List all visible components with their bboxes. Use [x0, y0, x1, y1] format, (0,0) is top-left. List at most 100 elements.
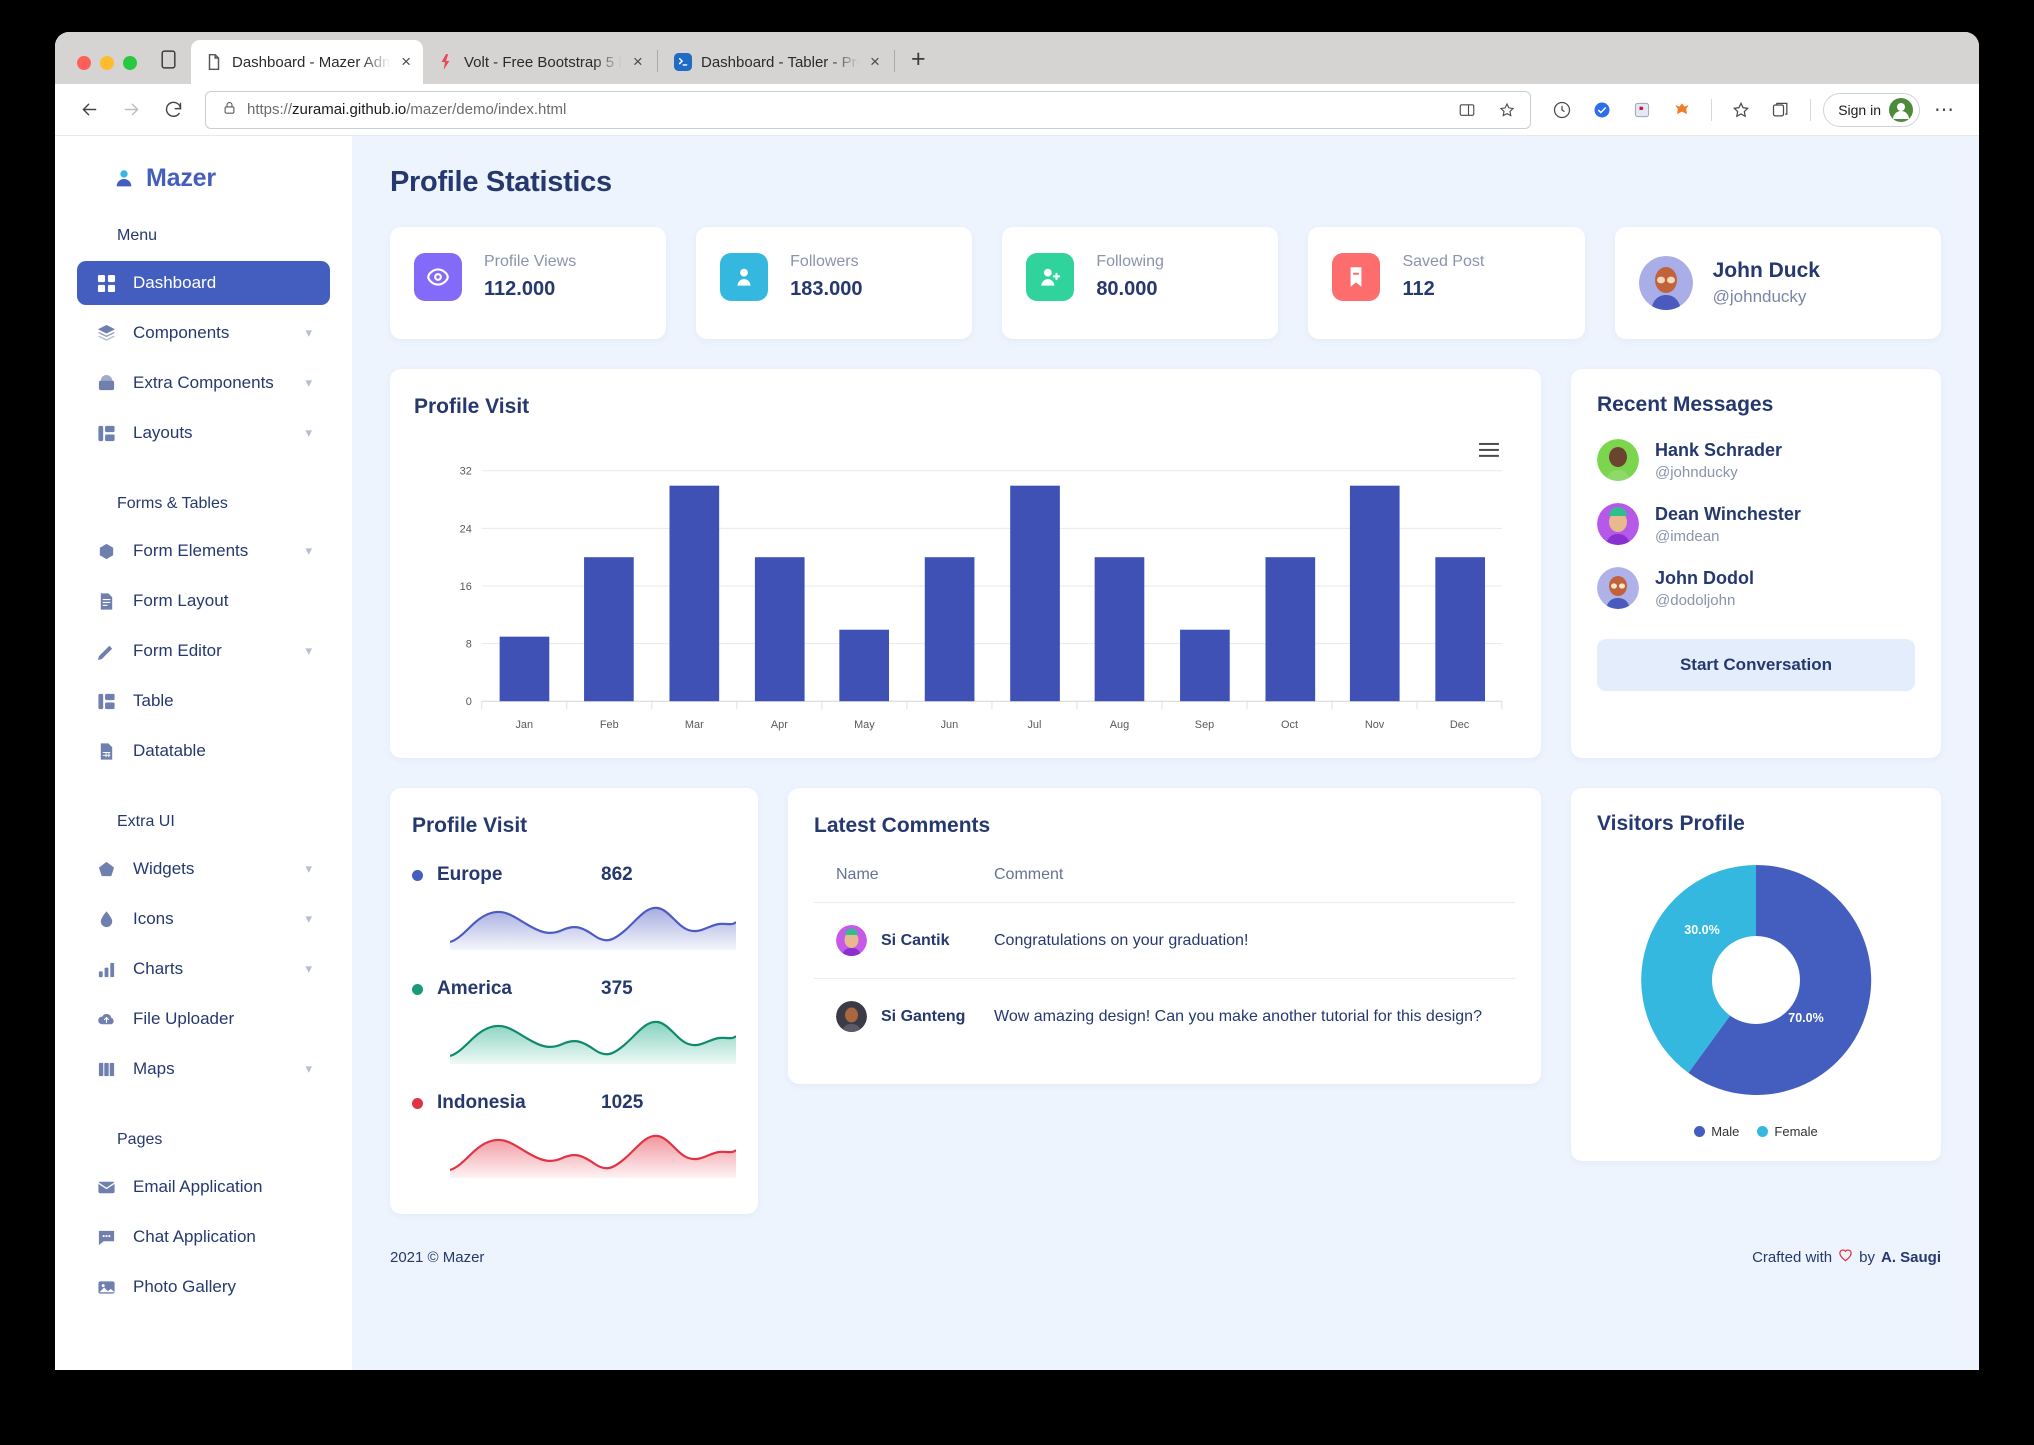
comment-author: Si Cantik: [881, 931, 950, 949]
new-tab-button[interactable]: +: [897, 47, 940, 84]
avatar: [1638, 256, 1693, 310]
message-item[interactable]: Hank Schrader @johnducky: [1597, 439, 1915, 481]
message-item[interactable]: John Dodol @dodoljohn: [1597, 567, 1915, 609]
address-bar[interactable]: https://zuramai.github.io/mazer/demo/ind…: [205, 90, 1532, 129]
user-plus-icon: [1026, 253, 1075, 301]
document-icon: [95, 592, 117, 611]
sparkline-america: [450, 1006, 736, 1066]
browser-tab-0[interactable]: Dashboard - Mazer Admin Das ×: [191, 40, 423, 84]
visit-value: 1025: [601, 1092, 644, 1113]
stat-card-saved-post[interactable]: Saved Post 112: [1308, 227, 1585, 339]
brand[interactable]: Mazer: [55, 136, 352, 193]
svg-text:8: 8: [466, 639, 472, 651]
sidebar-item-charts[interactable]: Charts ▾: [77, 947, 330, 991]
sidebar-item-components[interactable]: Components ▾: [77, 311, 330, 355]
sidebar-item-maps[interactable]: Maps ▾: [77, 1047, 330, 1091]
visit-row: America 375: [412, 978, 736, 1000]
sidebar-item-widgets[interactable]: Widgets ▾: [77, 847, 330, 891]
close-tab-button[interactable]: ×: [631, 52, 645, 72]
sidebar-item-form-elements[interactable]: Form Elements ▾: [77, 529, 330, 573]
legend-item-male[interactable]: Male: [1694, 1124, 1739, 1139]
start-conversation-button[interactable]: Start Conversation: [1597, 639, 1915, 691]
minimize-window-button[interactable]: [100, 56, 114, 70]
favorites-icon[interactable]: [1724, 93, 1758, 127]
browser-tab-title: Volt - Free Bootstrap 5 Dashb: [464, 53, 622, 71]
close-tab-button[interactable]: ×: [868, 52, 882, 72]
sidebar-item-form-layout[interactable]: Form Layout: [77, 579, 330, 623]
table-row[interactable]: Si Cantik Congratulations on your gradua…: [814, 902, 1515, 979]
page-title: Profile Statistics: [390, 166, 612, 198]
chart-menu-icon: [1479, 442, 1499, 457]
stat-card-profile-views[interactable]: Profile Views 112.000: [390, 227, 667, 339]
chevron-down-icon: ▾: [305, 375, 312, 390]
maximize-window-button[interactable]: [123, 56, 137, 70]
reload-button[interactable]: [155, 92, 191, 128]
sidebar-item-dashboard[interactable]: Dashboard: [77, 261, 330, 305]
svg-text:Jan: Jan: [515, 719, 533, 731]
sidebar-item-icons[interactable]: Icons ▾: [77, 897, 330, 941]
comment-text: Congratulations on your graduation!: [994, 902, 1515, 979]
sidebar-item-photo-gallery[interactable]: Photo Gallery: [77, 1265, 330, 1309]
visit-region: Indonesia: [437, 1092, 526, 1113]
sidebar-item-label: Widgets: [133, 859, 195, 878]
history-icon[interactable]: [1545, 93, 1579, 127]
visitors-profile-card: Visitors Profile 70.0% 30.0% Male Female: [1571, 788, 1941, 1161]
sidebar-item-extra-components[interactable]: Extra Components ▾: [77, 361, 330, 405]
sidebar-item-datatable[interactable]: Datatable: [77, 729, 330, 773]
tab-list-icon[interactable]: [155, 42, 181, 76]
back-button[interactable]: [71, 92, 107, 128]
stats-row: Profile Views 112.000 Followers 183.000: [390, 227, 1941, 339]
extension-fox-icon[interactable]: [1665, 93, 1699, 127]
column-header-comment: Comment: [994, 866, 1515, 903]
extension-pdf-icon[interactable]: [1625, 93, 1659, 127]
sidebar-section-title: Forms & Tables: [117, 495, 228, 512]
collections-icon[interactable]: [1764, 93, 1798, 127]
close-window-button[interactable]: [77, 56, 91, 70]
sidebar-item-chat-application[interactable]: Chat Application: [77, 1215, 330, 1259]
browser-tab-1[interactable]: Volt - Free Bootstrap 5 Dashb ×: [423, 40, 655, 84]
stat-card-followers[interactable]: Followers 183.000: [696, 227, 973, 339]
profile-handle: @johnducky: [1712, 287, 1807, 306]
split-screen-icon[interactable]: [1452, 95, 1482, 125]
sidebar-item-label: Photo Gallery: [133, 1277, 236, 1296]
window-controls[interactable]: [65, 56, 151, 84]
card-title: Profile Visit: [412, 814, 528, 837]
browser-menu-button[interactable]: ⋯: [1926, 97, 1963, 122]
bars-icon: [95, 960, 117, 979]
lock-icon: [222, 100, 237, 120]
donut-label-female: 30.0%: [1684, 923, 1719, 937]
profile-visit-bar-chart-card: Profile Visit 32 24 16 8 0 Jan Feb Mar A…: [390, 369, 1541, 758]
stat-card-following[interactable]: Following 80.000: [1002, 227, 1279, 339]
tabler-icon: [674, 53, 692, 71]
sidebar-item-label: Dashboard: [133, 273, 217, 292]
sidebar-item-label: Form Layout: [133, 591, 229, 610]
sidebar-item-layouts[interactable]: Layouts ▾: [77, 411, 330, 455]
sidebar-section-title: Extra UI: [117, 813, 175, 830]
legend-dot-icon: [1694, 1126, 1706, 1137]
url-host: zuramai.github.io: [292, 101, 407, 118]
sign-in-button[interactable]: Sign in: [1823, 92, 1920, 127]
bookmark-star-icon[interactable]: [1492, 95, 1522, 125]
sidebar-item-label: Charts: [133, 959, 184, 978]
legend-dot-icon: [412, 983, 423, 995]
table-row[interactable]: Si Ganteng Wow amazing design! Can you m…: [814, 979, 1515, 1055]
donut-legend: Male Female: [1597, 1124, 1915, 1139]
card-title: Latest Comments: [814, 814, 991, 837]
sidebar-item-table[interactable]: Table: [77, 679, 330, 723]
legend-label: Male: [1711, 1124, 1740, 1139]
close-tab-button[interactable]: ×: [399, 52, 413, 72]
extension-blue-icon[interactable]: [1585, 93, 1619, 127]
sidebar-item-form-editor[interactable]: Form Editor ▾: [77, 629, 330, 673]
sidebar-item-file-uploader[interactable]: File Uploader: [77, 997, 330, 1041]
sidebar-item-label: Table: [133, 691, 174, 710]
chevron-down-icon: ▾: [305, 911, 312, 926]
svg-text:Mar: Mar: [685, 719, 704, 731]
browser-tab-2[interactable]: Dashboard - Tabler - Premium ×: [660, 40, 892, 84]
card-title: Profile Visit: [414, 395, 530, 418]
sidebar-item-email-application[interactable]: Email Application: [77, 1165, 330, 1209]
legend-item-female[interactable]: Female: [1757, 1124, 1818, 1139]
svg-text:Jul: Jul: [1027, 719, 1041, 731]
forward-button[interactable]: [113, 92, 149, 128]
profile-card[interactable]: John Duck @johnducky: [1614, 227, 1941, 339]
message-item[interactable]: Dean Winchester @imdean: [1597, 503, 1915, 545]
